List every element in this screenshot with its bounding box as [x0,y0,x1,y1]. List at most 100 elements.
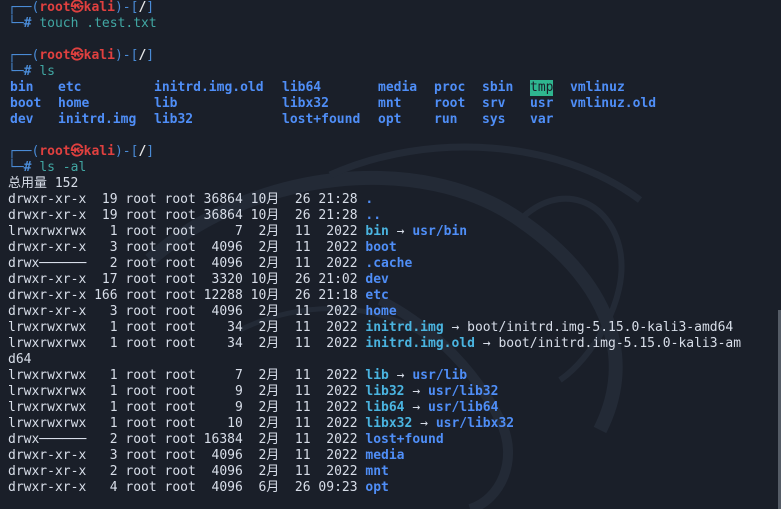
listing-row: drwxr-xr-x 3 root root 4096 2月 11 2022 h… [8,304,781,320]
ls-item: srv [482,96,506,111]
prompt-user: root [39,48,71,63]
listing-meta: drwxr-xr-x 4 root root 4096 6月 26 09:23 [8,480,366,495]
prompt-host: kali [83,0,115,15]
prompt-symbol: ㉿ [70,144,84,159]
listing-meta: drwxr-xr-x 3 root root 4096 2月 11 2022 [8,448,366,463]
link-target: boot/initrd.img-5.15.0-kali3-amd64 [467,320,734,335]
listing-name: initrd.img [365,320,444,335]
listing-name: . [365,192,374,207]
ls-item: run [434,112,458,127]
listing-row: lrwxrwxrwx 1 root root 34 2月 11 2022 ini… [8,336,781,352]
ls-item: var [530,112,554,127]
prompt-line: ┌──(root㉿kali)-[/] [8,48,155,63]
link-target: boot/initrd.img-5.15.0-kali3-am [498,336,742,351]
listing-name: mnt [365,464,389,479]
listing-row: lrwxrwxrwx 1 root root 34 2月 11 2022 ini… [8,320,781,336]
ls-item: mnt [378,96,402,111]
command-text: touch .test.txt [39,16,157,31]
link-arrow: → [412,416,436,431]
listing-meta: drwx────── 2 root root 16384 2月 11 2022 [8,432,366,447]
listing-entries: drwxr-xr-x 19 root root 36864 10月 26 21:… [8,192,781,496]
listing-name: lib [365,368,389,383]
ls-row: dev initrd.img lib32 lost+found opt run … [8,112,781,128]
ls-item-tmp: tmp [530,80,554,96]
listing-row: drwx────── 2 root root 16384 2月 11 2022 … [8,432,781,448]
listing-meta: lrwxrwxrwx 1 root root 34 2月 11 2022 [8,336,366,351]
listing-meta: drwxr-xr-x 2 root root 4096 2月 11 2022 [8,464,366,479]
listing-meta: lrwxrwxrwx 1 root root 9 2月 11 2022 [8,384,366,399]
link-arrow: → [388,368,413,383]
listing-meta: drwxr-xr-x 166 root root 12288 10月 26 21… [8,288,366,303]
listing-row: drwxr-xr-x 166 root root 12288 10月 26 21… [8,288,781,304]
ls-item: vmlinuz [570,80,625,95]
listing-name: lib32 [365,384,405,399]
ls-item: libx32 [282,96,329,111]
prompt-line: ┌──(root㉿kali)-[/] [8,144,155,159]
listing-row: lrwxrwxrwx 1 root root 7 2月 11 2022 bin … [8,224,781,240]
ls-item: initrd.img.old [154,80,264,95]
prompt-host: kali [83,48,115,63]
ls-item: proc [434,80,466,95]
listing-name: bin [365,224,389,239]
ls-item: initrd.img [58,112,137,127]
command-line[interactable]: └─# ls [8,64,781,80]
ls-item: lib32 [154,112,194,127]
listing-row: drwxr-xr-x 4 root root 4096 6月 26 09:23 … [8,480,781,496]
link-arrow: → [474,336,499,351]
listing-name: lost+found [365,432,444,447]
link-arrow: → [388,224,413,239]
ls-item: usr [530,96,554,111]
listing-row: d64 [8,352,781,368]
prompt-symbol: ㉿ [70,48,84,63]
link-target: usr/lib [412,368,468,383]
total-line: 总用量 152 [8,176,79,191]
listing-name: dev [365,272,389,287]
ls-item: lib64 [282,80,322,95]
listing-name: initrd.img.old [365,336,475,351]
listing-row: drwx────── 2 root root 4096 2月 11 2022 .… [8,256,781,272]
ls-item: home [58,96,90,111]
command-line[interactable]: └─# touch .test.txt [8,16,781,32]
listing-meta: lrwxrwxrwx 1 root root 34 2月 11 2022 [8,320,366,335]
listing-name: .cache [365,256,413,271]
ls-row: bin etc initrd.img.old lib64 media proc … [8,80,781,96]
listing-meta: lrwxrwxrwx 1 root root 7 2月 11 2022 [8,224,366,239]
listing-row: drwxr-xr-x 3 root root 4096 2月 11 2022 m… [8,448,781,464]
listing-row: lrwxrwxrwx 1 root root 9 2月 11 2022 lib3… [8,384,781,400]
listing-name: opt [365,480,389,495]
ls-item: boot [10,96,42,111]
listing-meta: drwxr-xr-x 17 root root 3320 10月 26 21:0… [8,272,366,287]
listing-row: lrwxrwxrwx 1 root root 7 2月 11 2022 lib … [8,368,781,384]
listing-meta: drwxr-xr-x 3 root root 4096 2月 11 2022 [8,304,366,319]
link-target: d64 [8,352,32,367]
command-line[interactable]: └─# ls -al [8,160,781,176]
listing-meta: drwxr-xr-x 19 root root 36864 10月 26 21:… [8,208,366,223]
ls-item: lib [154,96,178,111]
prompt-user: root [39,144,71,159]
ls-item: root [434,96,466,111]
ls-item: media [378,80,418,95]
link-arrow: → [443,320,468,335]
listing-name: lib64 [365,400,405,415]
link-target: usr/lib32 [428,384,499,399]
listing-name: media [365,448,405,463]
listing-row: lrwxrwxrwx 1 root root 9 2月 11 2022 lib6… [8,400,781,416]
listing-meta: lrwxrwxrwx 1 root root 10 2月 11 2022 [8,416,366,431]
ls-item: opt [378,112,402,127]
listing-meta: drwxr-xr-x 3 root root 4096 2月 11 2022 [8,240,366,255]
ls-item: sbin [482,80,514,95]
link-target: usr/bin [412,224,468,239]
terminal-output: ┌──(root㉿kali)-[/] └─# touch .test.txt ┌… [8,0,781,496]
ls-item: bin [10,80,34,95]
terminal-window[interactable]: ┌──(root㉿kali)-[/] └─# touch .test.txt ┌… [0,0,781,509]
ls-row: boot home lib libx32 mnt root srv usr vm… [8,96,781,112]
link-target: usr/lib64 [428,400,499,415]
link-arrow: → [404,384,428,399]
listing-meta: lrwxrwxrwx 1 root root 9 2月 11 2022 [8,400,366,415]
listing-row: drwxr-xr-x 19 root root 36864 10月 26 21:… [8,192,781,208]
prompt-host: kali [83,144,115,159]
listing-name: libx32 [365,416,413,431]
ls-item: sys [482,112,506,127]
listing-name: etc [365,288,389,303]
listing-row: lrwxrwxrwx 1 root root 10 2月 11 2022 lib… [8,416,781,432]
